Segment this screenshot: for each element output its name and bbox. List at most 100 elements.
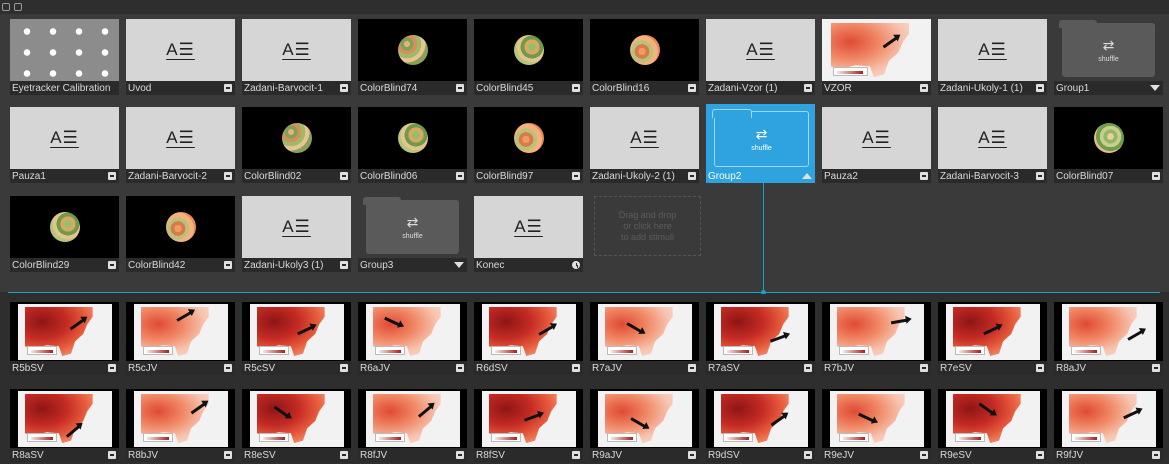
export-icon[interactable]: [340, 261, 348, 269]
stimulus-tile-colorblind74[interactable]: ColorBlind74: [358, 19, 467, 95]
export-icon[interactable]: [456, 451, 464, 459]
caret-up-icon[interactable]: [802, 173, 812, 179]
export-icon[interactable]: [804, 84, 812, 92]
export-icon[interactable]: [224, 261, 232, 269]
export-icon[interactable]: [804, 451, 812, 459]
text-document-icon: A☰: [282, 217, 311, 236]
group-item-r8fjv[interactable]: R8fJV: [358, 389, 467, 462]
tile-label: Eyetracker Calibration: [10, 81, 119, 95]
group-item-r5csv[interactable]: R5cSV: [242, 302, 351, 375]
stimulus-tile-konec[interactable]: A☰ Konec: [474, 196, 583, 272]
stimulus-tile-colorblind45[interactable]: ColorBlind45: [474, 19, 583, 95]
group-item-r9dsv[interactable]: R9dSV: [706, 389, 815, 462]
group-item-r5bsv[interactable]: R5bSV: [10, 302, 119, 375]
export-icon[interactable]: [688, 172, 696, 180]
stimulus-tile-colorblind42[interactable]: ColorBlind42: [126, 196, 235, 272]
toolbar-icon[interactable]: [14, 3, 22, 11]
export-icon[interactable]: [1152, 172, 1160, 180]
map-thumbnail: [713, 303, 808, 360]
export-icon[interactable]: [572, 172, 580, 180]
export-icon[interactable]: [108, 261, 116, 269]
export-icon[interactable]: [688, 451, 696, 459]
export-icon[interactable]: [920, 172, 928, 180]
group-item-r8bjv[interactable]: R8bJV: [126, 389, 235, 462]
export-icon[interactable]: [224, 172, 232, 180]
export-icon[interactable]: [456, 84, 464, 92]
stimulus-tile-colorblind06[interactable]: ColorBlind06: [358, 107, 467, 183]
group-item-r5cjv[interactable]: R5cJV: [126, 302, 235, 375]
stimulus-tile-zadani-barvocit-1[interactable]: A☰ Zadani-Barvocit-1: [242, 19, 351, 95]
stimulus-tile-group3[interactable]: ⇄ shuffle Group3: [358, 196, 467, 272]
export-icon[interactable]: [224, 84, 232, 92]
stimulus-tile-colorblind29[interactable]: ColorBlind29: [10, 196, 119, 272]
export-icon[interactable]: [572, 451, 580, 459]
text-document-icon: A☰: [746, 40, 775, 59]
group-item-r9esv[interactable]: R9eSV: [938, 389, 1047, 462]
caret-down-icon[interactable]: [454, 262, 464, 268]
export-icon[interactable]: [572, 364, 580, 372]
group-item-r9ejv[interactable]: R9eJV: [822, 389, 931, 462]
export-icon[interactable]: [688, 84, 696, 92]
export-icon[interactable]: [456, 364, 464, 372]
group-item-r9fjv[interactable]: R9fJV: [1054, 389, 1163, 462]
group-item-r8ajv[interactable]: R8aJV: [1054, 302, 1163, 375]
export-icon[interactable]: [688, 364, 696, 372]
export-icon[interactable]: [920, 364, 928, 372]
stimulus-tile-colorblind16[interactable]: ColorBlind16: [590, 19, 699, 95]
stimulus-tile-zadani-ukoly3-1[interactable]: A☰ Zadani-Ukoly3 (1): [242, 196, 351, 272]
export-icon[interactable]: [340, 364, 348, 372]
export-icon[interactable]: [224, 364, 232, 372]
export-icon[interactable]: [108, 451, 116, 459]
stimulus-tile-eyetracker-calibration[interactable]: Eyetracker Calibration: [10, 19, 119, 95]
export-icon[interactable]: [1036, 172, 1044, 180]
map-thumbnail: [822, 19, 931, 81]
stimulus-tile-pauza1[interactable]: A☰ Pauza1: [10, 107, 119, 183]
stimulus-tile-colorblind02[interactable]: ColorBlind02: [242, 107, 351, 183]
stimulus-tile-colorblind97[interactable]: ColorBlind97: [474, 107, 583, 183]
export-icon[interactable]: [1036, 84, 1044, 92]
stimulus-tile-colorblind07[interactable]: ColorBlind07: [1054, 107, 1163, 183]
export-icon[interactable]: [108, 172, 116, 180]
toolbar-icon[interactable]: [2, 3, 10, 11]
group-item-r8esv[interactable]: R8eSV: [242, 389, 351, 462]
group-item-r6ajv[interactable]: R6aJV: [358, 302, 467, 375]
export-icon[interactable]: [1036, 451, 1044, 459]
export-icon[interactable]: [340, 172, 348, 180]
export-icon[interactable]: [340, 84, 348, 92]
stimulus-tile-zadani-barvocit-3[interactable]: A☰ Zadani-Barvocit-3: [938, 107, 1047, 183]
stimulus-tile-zadani-ukoly-1-1[interactable]: A☰ Zadani-Ukoly-1 (1): [938, 19, 1047, 95]
add-stimuli-dropzone[interactable]: Drag and drop or click here to add stimuli: [594, 196, 701, 256]
stimulus-tile-zadani-vzor-1[interactable]: A☰ Zadani-Vzor (1): [706, 19, 815, 95]
tile-label: R9aJV: [590, 448, 699, 462]
stimulus-tile-zadani-barvocit-2[interactable]: A☰ Zadani-Barvocit-2: [126, 107, 235, 183]
export-icon[interactable]: [1152, 451, 1160, 459]
stimulus-tile-group1[interactable]: ⇄ shuffle Group1: [1054, 19, 1163, 95]
group-item-r9ajv[interactable]: R9aJV: [590, 389, 699, 462]
export-icon[interactable]: [804, 364, 812, 372]
stimulus-tile-group2[interactable]: ⇄ shuffle Group2: [706, 104, 815, 183]
stimulus-tile-zadani-ukoly-2-1[interactable]: A☰ Zadani-Ukoly-2 (1): [590, 107, 699, 183]
export-icon[interactable]: [456, 172, 464, 180]
group-item-r7bjv[interactable]: R7bJV: [822, 302, 931, 375]
caret-down-icon[interactable]: [1150, 85, 1160, 91]
export-icon[interactable]: [340, 451, 348, 459]
export-icon[interactable]: [108, 364, 116, 372]
clock-icon[interactable]: [572, 261, 580, 269]
group-item-r7asv[interactable]: R7aSV: [706, 302, 815, 375]
map-thumbnail: [1061, 303, 1156, 360]
export-icon[interactable]: [920, 84, 928, 92]
group-item-r8asv[interactable]: R8aSV: [10, 389, 119, 462]
stimulus-tile-uvod[interactable]: A☰ Uvod: [126, 19, 235, 95]
group-item-r8fsv[interactable]: R8fSV: [474, 389, 583, 462]
export-icon[interactable]: [1036, 364, 1044, 372]
group-item-r7ajv[interactable]: R7aJV: [590, 302, 699, 375]
tile-name: R5bSV: [12, 362, 44, 374]
stimulus-tile-pauza2[interactable]: A☰ Pauza2: [822, 107, 931, 183]
export-icon[interactable]: [920, 451, 928, 459]
group-item-r7esv[interactable]: R7eSV: [938, 302, 1047, 375]
export-icon[interactable]: [572, 84, 580, 92]
export-icon[interactable]: [224, 451, 232, 459]
stimulus-tile-vzor[interactable]: VZOR: [822, 19, 931, 95]
export-icon[interactable]: [1152, 364, 1160, 372]
group-item-r6dsv[interactable]: R6dSV: [474, 302, 583, 375]
